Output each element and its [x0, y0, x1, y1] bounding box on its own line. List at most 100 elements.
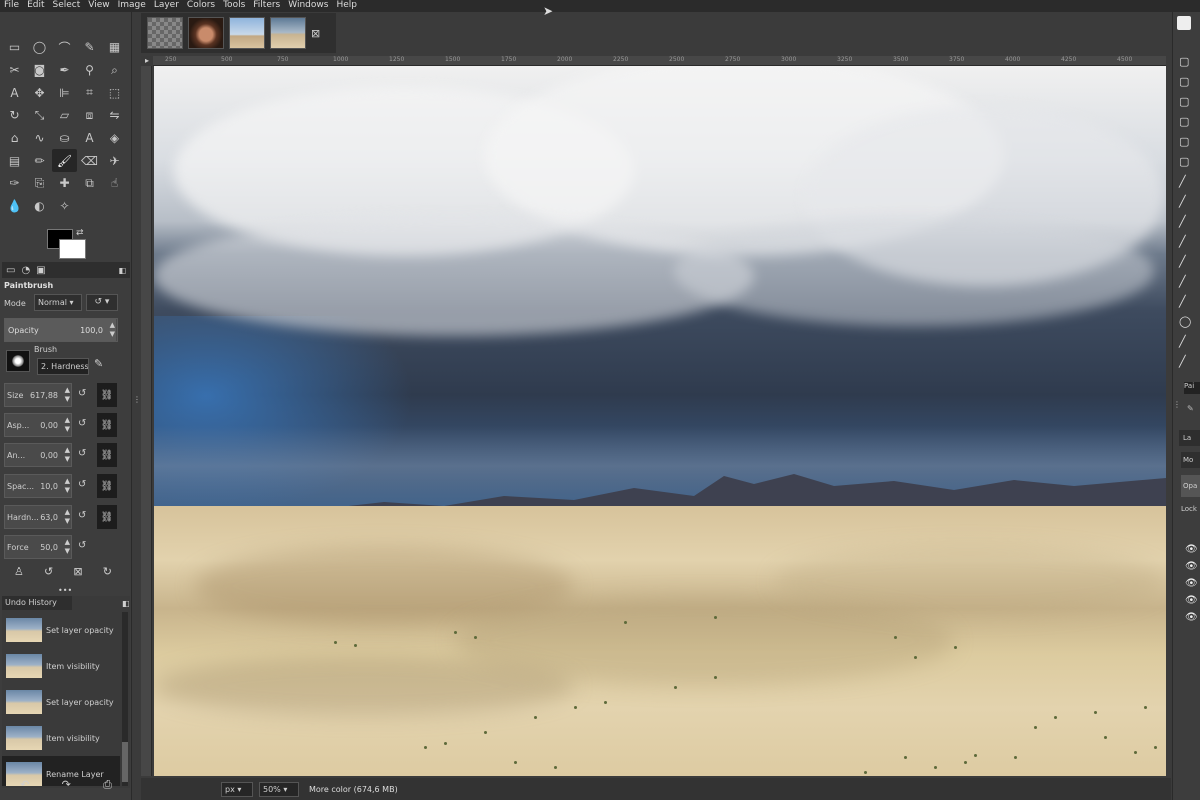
undo-history-item[interactable]: Item visibility: [2, 720, 120, 756]
brush-item-icon[interactable]: ╱: [1179, 356, 1191, 368]
swap-colors-icon[interactable]: ⇄: [76, 228, 84, 238]
image-canvas[interactable]: [154, 66, 1166, 776]
menu-tools[interactable]: Tools: [223, 0, 245, 10]
pencil-icon[interactable]: ✏: [27, 149, 52, 172]
eraser-icon[interactable]: ⌫: [77, 149, 102, 172]
rect-select-icon[interactable]: ▭: [2, 36, 27, 59]
brush-item-icon[interactable]: ╱: [1179, 236, 1191, 248]
brush-item-icon[interactable]: ╱: [1179, 276, 1191, 288]
align-icon[interactable]: ⊫: [52, 81, 77, 104]
reset-icon[interactable]: ↺: [78, 418, 86, 429]
unit-select[interactable]: px ▾: [221, 781, 253, 797]
mode-reset-button[interactable]: ↺ ▾: [86, 294, 118, 311]
eye-icon[interactable]: 👁: [1185, 595, 1198, 606]
rotate-icon[interactable]: ↻: [2, 104, 27, 127]
scissors-icon[interactable]: ✂: [2, 59, 27, 82]
spin-icon[interactable]: ▲ ▼: [65, 386, 70, 404]
menu-colors[interactable]: Colors: [187, 0, 215, 10]
horizontal-ruler[interactable]: 250 500 750 1000 1250 1500 1750 2000 2250 2500 275…: [153, 56, 1166, 66]
spin-icon[interactable]: ▲ ▼: [65, 508, 70, 526]
brush-item-icon[interactable]: ╱: [1179, 296, 1191, 308]
perspective-icon[interactable]: ⧈: [77, 104, 102, 127]
brushes-tab-icon[interactable]: [1177, 16, 1191, 30]
fuzzy-select-icon[interactable]: ✎: [77, 36, 102, 59]
reset-icon[interactable]: ↺: [78, 510, 86, 521]
layer-mode-select[interactable]: Mo: [1181, 452, 1200, 468]
images-tab-icon[interactable]: ▣: [36, 265, 45, 276]
brush-item-icon[interactable]: ╱: [1179, 196, 1191, 208]
layer-opacity-slider[interactable]: Opa: [1181, 475, 1200, 497]
param-force-slider[interactable]: Force 50,0 ▲ ▼: [4, 535, 72, 559]
brush-item-icon[interactable]: ╱: [1179, 216, 1191, 228]
undo-history-item[interactable]: Set layer opacity: [2, 612, 120, 648]
clear-history-icon[interactable]: ⎙: [103, 778, 112, 792]
gradient-icon[interactable]: ▤: [2, 149, 27, 172]
ink-icon[interactable]: ✑: [2, 172, 27, 195]
link-icon[interactable]: ⛓: [97, 505, 117, 529]
dock-separator-grip[interactable]: •••: [58, 586, 72, 595]
image-tab-portrait[interactable]: [188, 17, 224, 49]
edit-brush-dock-icon[interactable]: ✎: [1187, 404, 1194, 413]
link-icon[interactable]: ⛓: [97, 443, 117, 467]
text-icon[interactable]: A: [77, 127, 102, 150]
undo-icon[interactable]: ↶: [20, 778, 29, 792]
mode-select[interactable]: Normal ▾: [34, 294, 82, 311]
spin-icon[interactable]: ▲ ▼: [65, 416, 70, 434]
delete-options-icon[interactable]: ⊠: [73, 565, 82, 578]
shear-icon[interactable]: ▱: [52, 104, 77, 127]
paths-icon[interactable]: ✒: [52, 59, 77, 82]
edit-brush-icon[interactable]: ✎: [94, 357, 103, 370]
blend-icon[interactable]: ◈: [102, 127, 127, 150]
airbrush-icon[interactable]: ✈: [102, 149, 127, 172]
menu-select[interactable]: Select: [53, 0, 81, 10]
reset-icon[interactable]: ↺: [78, 448, 86, 459]
scale-icon[interactable]: ⤡: [27, 104, 52, 127]
bucket-fill-icon[interactable]: ⛀: [52, 127, 77, 150]
brush-item-icon[interactable]: ╱: [1179, 336, 1191, 348]
image-tab-landscape[interactable]: [229, 17, 265, 49]
opacity-slider[interactable]: Opacity 100,0 ▲ ▼: [4, 318, 118, 342]
image-tab-dunes[interactable]: [270, 17, 306, 49]
image-tab-transparent[interactable]: [147, 17, 183, 49]
tool-options-tab-icon[interactable]: ▭: [6, 265, 15, 276]
brush-item-icon[interactable]: ▢: [1179, 156, 1191, 168]
brush-item-icon[interactable]: ╱: [1179, 176, 1191, 188]
brush-name-field[interactable]: 2. Hardness 0: [37, 358, 89, 375]
measure-icon[interactable]: A: [2, 81, 27, 104]
brush-item-icon[interactable]: ◯: [1179, 316, 1191, 328]
close-tabs-icon[interactable]: ⊠: [311, 27, 320, 40]
blur-icon[interactable]: 💧: [2, 195, 27, 218]
by-color-select-icon[interactable]: ▦: [102, 36, 127, 59]
move-icon[interactable]: ✥: [27, 81, 52, 104]
ellipse-select-icon[interactable]: ◯: [27, 36, 52, 59]
link-icon[interactable]: ⛓: [97, 383, 117, 407]
eye-icon[interactable]: 👁: [1185, 561, 1198, 572]
dock-menu-icon[interactable]: ◧: [118, 266, 126, 275]
eye-icon[interactable]: 👁: [1185, 578, 1198, 589]
param-asp-slider[interactable]: Asp... 0,00 ▲ ▼: [4, 413, 72, 437]
param-spac-slider[interactable]: Spac... 10,0 ▲ ▼: [4, 474, 72, 498]
smudge-icon[interactable]: ☝: [102, 172, 127, 195]
device-status-tab-icon[interactable]: ◔: [21, 265, 30, 276]
brush-item-icon[interactable]: ▢: [1179, 96, 1191, 108]
perspective-clone-icon[interactable]: ⧉: [77, 172, 102, 195]
left-dock-resize-grip[interactable]: ⋮: [133, 395, 141, 404]
undo-dock-menu-icon[interactable]: ◧: [122, 599, 130, 608]
zoom-select[interactable]: 50% ▾: [259, 781, 299, 797]
layers-tab[interactable]: La: [1179, 430, 1200, 446]
save-options-icon[interactable]: ♙: [14, 565, 24, 578]
restore-options-icon[interactable]: ↺: [44, 565, 53, 578]
param-size-slider[interactable]: Size 617,88 ▲ ▼: [4, 383, 72, 407]
reset-icon[interactable]: ↺: [78, 479, 86, 490]
link-icon[interactable]: ⛓: [97, 413, 117, 437]
undo-scrollbar[interactable]: [122, 612, 128, 786]
warp-icon[interactable]: ∿: [27, 127, 52, 150]
reset-icon[interactable]: ↺: [78, 388, 86, 399]
mypaint-brush-icon[interactable]: ✧: [52, 195, 77, 218]
undo-history-tab[interactable]: Undo History: [2, 596, 72, 610]
foreground-select-icon[interactable]: ◙: [27, 59, 52, 82]
quick-mask-toggle[interactable]: ▸: [141, 56, 153, 66]
undo-history-item[interactable]: Item visibility: [2, 648, 120, 684]
brush-preview[interactable]: [6, 350, 30, 372]
flip-icon[interactable]: ⇋: [102, 104, 127, 127]
